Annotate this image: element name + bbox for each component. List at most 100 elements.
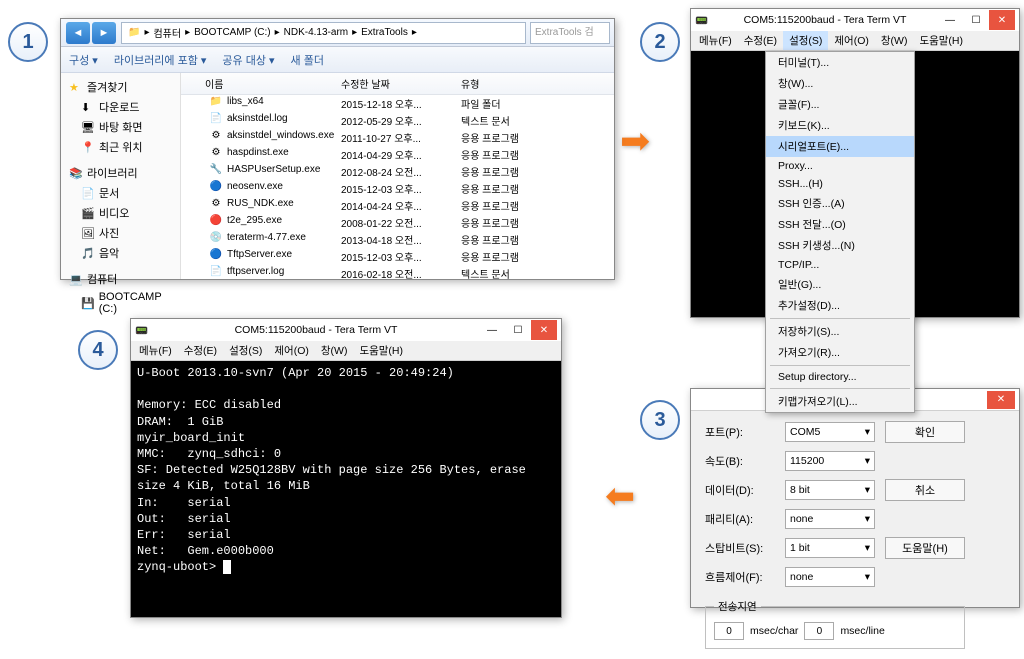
data-select[interactable]: 8 bit▾ — [785, 480, 875, 500]
cancel-button[interactable]: 취소 — [885, 479, 965, 501]
tree-pictures[interactable]: 🖼사진 — [65, 223, 176, 243]
menu-setup[interactable]: 설정(S) — [223, 341, 268, 360]
teraterm-console-window: 📟 COM5:115200baud - Tera Term VT — ☐ ✕ 메… — [130, 318, 562, 618]
header-date[interactable]: 수정한 날짜 — [341, 76, 461, 91]
toolbar-newfolder[interactable]: 새 폴더 — [291, 52, 324, 68]
titlebar: 📟 COM5:115200baud - Tera Term VT — ☐ ✕ — [691, 9, 1019, 31]
menu-window[interactable]: 창(W) — [875, 31, 914, 50]
dropdown-item[interactable]: SSH 키생성...(N) — [766, 235, 914, 256]
header-type[interactable]: 유형 — [461, 76, 561, 91]
dropdown-item[interactable]: SSH...(H) — [766, 175, 914, 193]
dropdown-item[interactable]: 키맵가져오기(L)... — [766, 391, 914, 412]
menu-file[interactable]: 메뉴(F) — [693, 31, 738, 50]
toolbar-share[interactable]: 공유 대상 ▾ — [222, 52, 274, 68]
dropdown-item[interactable]: 가져오기(R)... — [766, 342, 914, 363]
file-row[interactable]: ⚙aksinstdel_windows.exe2011-10-27 오후...응… — [181, 129, 614, 146]
crumb-item[interactable]: ExtraTools — [361, 27, 408, 38]
back-button[interactable]: ◄ — [66, 22, 90, 44]
dropdown-item[interactable]: 터미널(T)... — [766, 52, 914, 73]
dialog-close-button[interactable]: ✕ — [987, 391, 1015, 409]
maximize-button[interactable]: ☐ — [505, 320, 531, 340]
toolbar-include[interactable]: 라이브러리에 포함 ▾ — [114, 52, 207, 68]
file-row[interactable]: 📄tftpserver.log2016-02-18 오전...텍스트 문서 — [181, 265, 614, 279]
dropdown-item[interactable]: 추가설정(D)... — [766, 295, 914, 316]
tree-downloads[interactable]: ⬇다운로드 — [65, 97, 176, 117]
menu-file[interactable]: 메뉴(F) — [133, 341, 178, 360]
tree-favorites[interactable]: ★즐겨찾기 — [65, 77, 176, 97]
crumb-item[interactable]: BOOTCAMP (C:) — [194, 27, 270, 38]
dropdown-item[interactable]: SSH 전달...(O) — [766, 214, 914, 235]
port-select[interactable]: COM5▾ — [785, 422, 875, 442]
dropdown-item[interactable]: Setup directory... — [766, 368, 914, 386]
toolbar-organize[interactable]: 구성 ▾ — [69, 52, 98, 68]
minimize-button[interactable]: — — [937, 10, 963, 30]
delay-char-unit: msec/char — [750, 625, 798, 637]
delay-fieldset: 전송지연 msec/char msec/line — [705, 599, 965, 649]
delay-line-input[interactable] — [804, 622, 834, 640]
menu-edit[interactable]: 수정(E) — [738, 31, 783, 50]
crumb-item[interactable]: NDK-4.13-arm — [284, 27, 348, 38]
menu-control[interactable]: 제어(O) — [828, 31, 874, 50]
dropdown-item[interactable]: 글꼴(F)... — [766, 94, 914, 115]
parity-select[interactable]: none▾ — [785, 509, 875, 529]
dropdown-item[interactable]: 키보드(K)... — [766, 115, 914, 136]
crumb-item[interactable]: 컴퓨터 — [153, 25, 181, 40]
file-icon: 📁 — [209, 96, 223, 107]
parity-label: 패리티(A): — [705, 511, 775, 527]
menu-help[interactable]: 도움말(H) — [353, 341, 409, 360]
file-row[interactable]: ⚙haspdinst.exe2014-04-29 오후...응용 프로그램 — [181, 146, 614, 163]
menu-edit[interactable]: 수정(E) — [178, 341, 223, 360]
tree-bootcamp[interactable]: 💾BOOTCAMP (C:) — [65, 289, 176, 317]
folder-tree: ★즐겨찾기 ⬇다운로드 🖥바탕 화면 📍최근 위치 📚라이브러리 📄문서 🎬비디… — [61, 73, 181, 279]
file-row[interactable]: 💿teraterm-4.77.exe2013-04-18 오전...응용 프로그… — [181, 231, 614, 248]
close-button[interactable]: ✕ — [531, 320, 557, 340]
tree-desktop[interactable]: 🖥바탕 화면 — [65, 117, 176, 137]
dropdown-item[interactable]: SSH 인증...(A) — [766, 193, 914, 214]
dropdown-item[interactable]: TCP/IP... — [766, 256, 914, 274]
dropdown-item[interactable]: 창(W)... — [766, 73, 914, 94]
file-row[interactable]: 🔵TftpServer.exe2015-12-03 오후...응용 프로그램 — [181, 248, 614, 265]
tree-libraries[interactable]: 📚라이브러리 — [65, 163, 176, 183]
forward-button[interactable]: ► — [92, 22, 116, 44]
console-output[interactable]: U-Boot 2013.10-svn7 (Apr 20 2015 - 20:49… — [131, 361, 561, 617]
file-row[interactable]: 🔵neosenv.exe2015-12-03 오후...응용 프로그램 — [181, 180, 614, 197]
file-icon: 🔵 — [209, 181, 223, 192]
tree-music[interactable]: 🎵음악 — [65, 243, 176, 263]
menu-window[interactable]: 창(W) — [315, 341, 354, 360]
tree-videos[interactable]: 🎬비디오 — [65, 203, 176, 223]
rate-select[interactable]: 115200▾ — [785, 451, 875, 471]
step-badge-2: 2 — [640, 22, 680, 62]
delay-legend: 전송지연 — [714, 599, 761, 614]
setup-dropdown: 터미널(T)...창(W)...글꼴(F)...키보드(K)...시리얼포트(E… — [765, 51, 915, 413]
menu-control[interactable]: 제어(O) — [268, 341, 314, 360]
maximize-button[interactable]: ☐ — [963, 10, 989, 30]
file-row[interactable]: 🔧HASPUserSetup.exe2012-08-24 오전...응용 프로그… — [181, 163, 614, 180]
menu-help[interactable]: 도움말(H) — [913, 31, 969, 50]
ok-button[interactable]: 확인 — [885, 421, 965, 443]
file-row[interactable]: 📁libs_x642015-12-18 오후...파일 폴더 — [181, 95, 614, 112]
help-button[interactable]: 도움말(H) — [885, 537, 965, 559]
file-row[interactable]: 📄aksinstdel.log2012-05-29 오후...텍스트 문서 — [181, 112, 614, 129]
tree-documents[interactable]: 📄문서 — [65, 183, 176, 203]
stopbit-select[interactable]: 1 bit▾ — [785, 538, 875, 558]
file-row[interactable]: 🔴t2e_295.exe2008-01-22 오전...응용 프로그램 — [181, 214, 614, 231]
search-input[interactable]: ExtraTools 검 — [530, 22, 610, 44]
header-name[interactable]: 이름 — [181, 76, 341, 91]
dropdown-item[interactable]: 시리얼포트(E)... — [766, 136, 914, 157]
document-icon: 📄 — [81, 187, 95, 199]
flow-select[interactable]: none▾ — [785, 567, 875, 587]
tree-recent[interactable]: 📍최근 위치 — [65, 137, 176, 157]
minimize-button[interactable]: — — [479, 320, 505, 340]
dropdown-item[interactable]: 일반(G)... — [766, 274, 914, 295]
breadcrumb[interactable]: 📁 ▸ 컴퓨터▸ BOOTCAMP (C:)▸ NDK-4.13-arm▸ Ex… — [121, 22, 526, 44]
dropdown-item[interactable]: 저장하기(S)... — [766, 321, 914, 342]
menu-setup[interactable]: 설정(S) — [783, 31, 828, 50]
dropdown-item[interactable]: Proxy... — [766, 157, 914, 175]
menubar: 메뉴(F) 수정(E) 설정(S) 제어(O) 창(W) 도움말(H) — [691, 31, 1019, 51]
tree-computer[interactable]: 💻컴퓨터 — [65, 269, 176, 289]
file-icon: 🔵 — [209, 249, 223, 260]
close-button[interactable]: ✕ — [989, 10, 1015, 30]
chevron-down-icon: ▾ — [865, 542, 870, 554]
file-row[interactable]: ⚙RUS_NDK.exe2014-04-24 오후...응용 프로그램 — [181, 197, 614, 214]
delay-char-input[interactable] — [714, 622, 744, 640]
